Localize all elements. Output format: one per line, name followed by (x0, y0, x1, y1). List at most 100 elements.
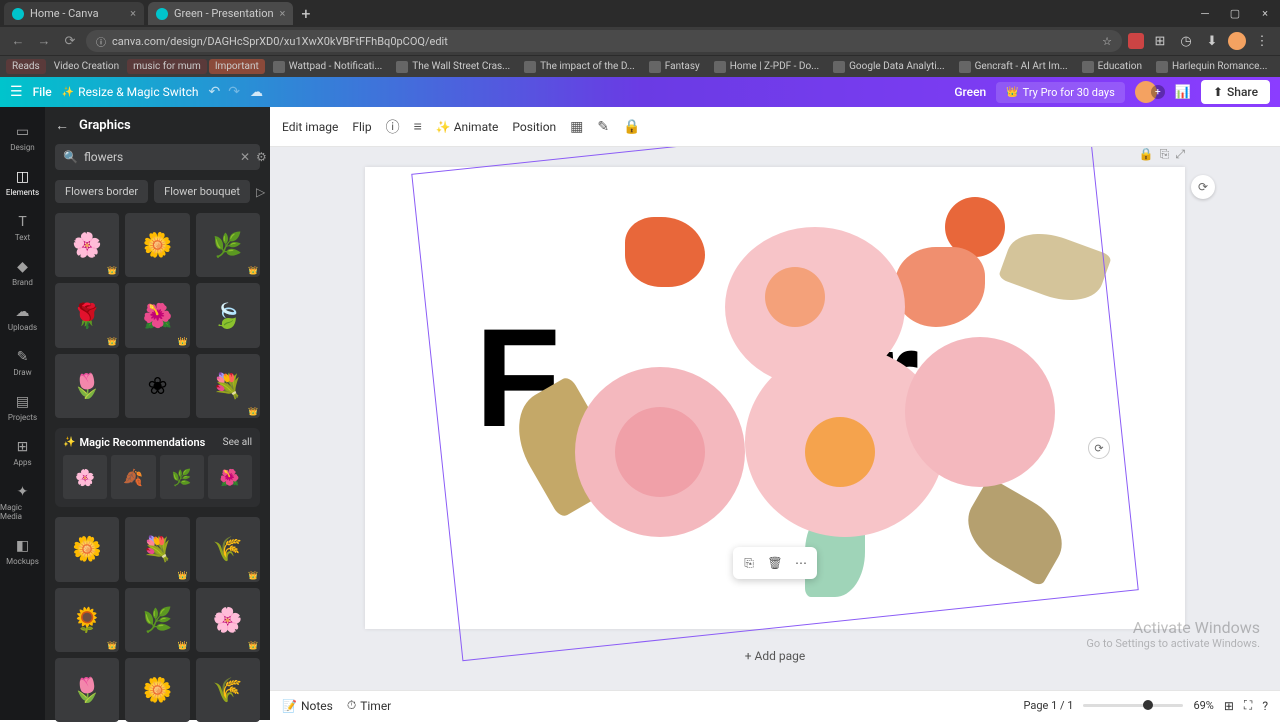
lock-icon[interactable]: 🔒 (623, 119, 640, 135)
back-arrow-icon[interactable]: ← (55, 117, 69, 134)
flip-button[interactable]: Flip (352, 120, 371, 134)
search-box[interactable]: 🔍 ✕ ⚙ (55, 144, 260, 170)
history-icon[interactable]: ◷ (1176, 31, 1196, 51)
info-icon[interactable]: ⓘ (386, 117, 400, 137)
bookmark[interactable]: Free Download Books (1275, 59, 1280, 75)
bookmark[interactable]: Harlequin Romance... (1150, 59, 1273, 75)
position-button[interactable]: Position (512, 120, 556, 134)
close-icon[interactable]: × (280, 7, 286, 20)
graphic-item[interactable]: 🌸👑 (196, 588, 260, 652)
menu-icon[interactable]: ☰ (10, 84, 23, 100)
file-menu[interactable]: File (33, 85, 52, 99)
graphic-item[interactable]: 🌻👑 (55, 588, 119, 652)
clear-icon[interactable]: ✕ (240, 150, 250, 164)
site-info-icon[interactable]: ⓘ (96, 34, 106, 49)
cloud-sync-icon[interactable]: ☁ (250, 85, 263, 100)
lock-page-icon[interactable]: 🔒 (1139, 147, 1154, 162)
forward-button[interactable]: → (34, 31, 54, 51)
graphic-item[interactable]: 🌾👑 (196, 517, 260, 581)
graphic-item[interactable]: 🌼 (125, 658, 189, 722)
graphic-item[interactable]: 🌼 (55, 517, 119, 581)
filter-chip[interactable]: Flower bouquet (154, 180, 250, 203)
filter-chip[interactable]: Flowers border (55, 180, 148, 203)
bookmark[interactable]: Wattpad - Notificati... (267, 59, 388, 75)
nav-magic-media[interactable]: ✦Magic Media (0, 475, 45, 529)
close-button[interactable]: × (1250, 0, 1280, 27)
magic-item[interactable]: 🌺 (208, 455, 252, 499)
magic-item[interactable]: 🌸 (63, 455, 107, 499)
insights-icon[interactable]: 📊 (1175, 85, 1191, 100)
graphic-item[interactable]: 🌺👑 (125, 283, 189, 347)
graphic-item[interactable]: ❀ (125, 354, 189, 418)
resize-magic-switch[interactable]: Resize & Magic Switch (62, 85, 199, 99)
undo-button[interactable]: ↶ (208, 84, 220, 100)
nav-draw[interactable]: ✎Draw (0, 340, 45, 385)
browser-tab[interactable]: Green - Presentation × (148, 2, 293, 25)
graphic-item[interactable]: 🌿👑 (125, 588, 189, 652)
graphic-item[interactable]: 🍃 (196, 283, 260, 347)
animate-button[interactable]: ✨ Animate (436, 120, 499, 134)
bookmark[interactable]: Home | Z-PDF - Do... (708, 59, 825, 75)
grid-view-icon[interactable]: ⊞ (1224, 699, 1234, 713)
graphic-item[interactable]: 💐👑 (196, 354, 260, 418)
duplicate-page-icon[interactable]: ⎘ (1160, 147, 1170, 162)
see-all-link[interactable]: See all (223, 437, 252, 448)
delete-icon[interactable]: 🗑 (763, 551, 787, 575)
bookmark[interactable]: Reads (6, 59, 46, 74)
menu-button[interactable]: ⋮ (1252, 31, 1272, 51)
bookmark[interactable]: The Wall Street Cras... (390, 59, 516, 75)
try-pro-button[interactable]: Try Pro for 30 days (996, 82, 1125, 103)
bookmark[interactable]: Google Data Analyti... (827, 59, 951, 75)
star-icon[interactable]: ☆ (1102, 35, 1112, 48)
bookmark[interactable]: music for mum (127, 59, 207, 74)
browser-tab[interactable]: Home - Canva × (4, 2, 144, 25)
refresh-icon[interactable]: ⟳ (1191, 175, 1215, 199)
minimize-button[interactable]: ─ (1190, 0, 1220, 27)
copy-style-icon[interactable]: ✎ (597, 119, 609, 135)
add-collaborator[interactable]: + (1151, 85, 1165, 99)
canvas-page[interactable]: 🔒 ⎘ ⤢ ⟳ F rs (365, 167, 1185, 629)
help-icon[interactable]: ? (1262, 699, 1268, 713)
rotate-handle[interactable]: ⟳ (1088, 437, 1110, 459)
extension-icon[interactable] (1128, 33, 1144, 49)
new-tab-button[interactable]: + (301, 4, 310, 23)
maximize-button[interactable]: ▢ (1220, 0, 1250, 27)
bookmark[interactable]: Video Creation (48, 59, 125, 74)
nav-elements[interactable]: ◫Elements (0, 160, 45, 205)
redo-button[interactable]: ↷ (228, 84, 240, 100)
zoom-value[interactable]: 69% (1193, 699, 1213, 712)
expand-page-icon[interactable]: ⤢ (1175, 147, 1185, 162)
extensions-button[interactable]: ⊞ (1150, 31, 1170, 51)
bookmark[interactable]: Important (209, 59, 265, 74)
reload-button[interactable]: ⟳ (60, 31, 80, 51)
edit-image-button[interactable]: Edit image (282, 120, 338, 134)
nav-uploads[interactable]: ☁Uploads (0, 295, 45, 340)
document-name[interactable]: Green (954, 85, 986, 99)
bookmark[interactable]: Fantasy (643, 59, 706, 75)
downloads-icon[interactable]: ⬇ (1202, 31, 1222, 51)
address-bar[interactable]: ⓘ canva.com/design/DAGHcSprXD0/xu1XwX0kV… (86, 30, 1122, 52)
more-chips-icon[interactable]: ▷ (256, 185, 265, 199)
nav-apps[interactable]: ⊞Apps (0, 430, 45, 475)
graphic-item[interactable]: 🌷 (55, 354, 119, 418)
nav-projects[interactable]: ▤Projects (0, 385, 45, 430)
search-input[interactable] (84, 150, 240, 164)
back-button[interactable]: ← (8, 31, 28, 51)
close-icon[interactable]: × (130, 7, 136, 20)
notes-button[interactable]: 📝 Notes (282, 699, 333, 713)
nav-brand[interactable]: ◆Brand (0, 250, 45, 295)
graphic-item[interactable]: 🌿👑 (196, 213, 260, 277)
graphic-item[interactable]: 🌷 (55, 658, 119, 722)
nav-mockups[interactable]: ◧Mockups (0, 529, 45, 574)
page-indicator[interactable]: Page 1 / 1 (1023, 699, 1073, 712)
graphic-item[interactable]: 🌼 (125, 213, 189, 277)
bookmark[interactable]: Education (1076, 59, 1148, 75)
magic-item[interactable]: 🍂 (111, 455, 155, 499)
filter-icon[interactable]: ⚙ (256, 150, 267, 164)
graphic-item[interactable]: 💐👑 (125, 517, 189, 581)
list-icon[interactable]: ≡ (414, 118, 422, 135)
profile-avatar[interactable] (1228, 32, 1246, 50)
bookmark[interactable]: Gencraft - AI Art Im... (953, 59, 1074, 75)
bookmark[interactable]: The impact of the D... (518, 59, 641, 75)
fullscreen-icon[interactable]: ⛶ (1244, 698, 1252, 713)
